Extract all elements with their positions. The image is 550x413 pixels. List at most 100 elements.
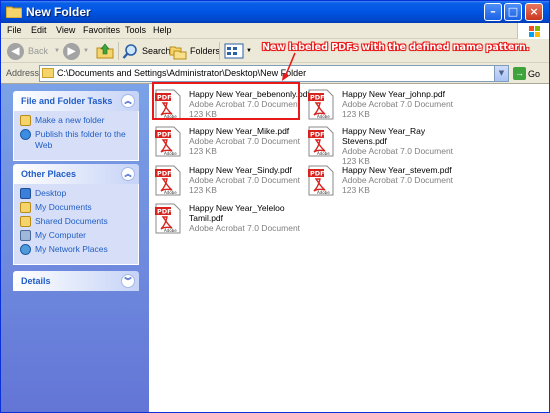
my-network-places-link[interactable]: My Network Places	[20, 244, 132, 255]
file-item[interactable]: PDF Adobe Happy New Year_Yeleloo Tamil.p…	[152, 201, 312, 235]
details-header[interactable]: Details ︾	[13, 271, 139, 291]
menu-view[interactable]: View	[56, 25, 75, 35]
place-link-label: My Documents	[35, 202, 92, 212]
file-folder-tasks-panel: File and Folder Tasks ︽ Make a new folde…	[13, 91, 139, 161]
back-button[interactable]: ◀ Back ▼	[7, 41, 60, 61]
task-link-label: Make a new folder	[35, 115, 105, 125]
place-link-label: Desktop	[35, 188, 67, 198]
address-dropdown-button[interactable]: ▼	[494, 66, 508, 81]
pdf-file-icon: PDF Adobe	[308, 165, 334, 196]
computer-icon	[20, 230, 31, 241]
collapse-chevron-icon[interactable]: ︽	[121, 94, 135, 108]
other-places-body: Desktop My Documents Shared Documents My…	[13, 184, 139, 265]
expand-chevron-icon[interactable]: ︾	[121, 274, 135, 288]
back-label: Back	[28, 46, 49, 56]
other-places-title: Other Places	[21, 169, 77, 179]
file-item[interactable]: PDF Adobe Happy New Year_stevem.pdf Adob…	[305, 163, 465, 197]
file-item[interactable]: PDF Adobe Happy New Year_Mike.pdf Adobe …	[152, 124, 312, 158]
chevron-down-icon: ▼	[83, 48, 89, 54]
folders-label: Folders	[190, 46, 221, 56]
close-button[interactable]: ×	[525, 3, 543, 21]
go-button[interactable]: → Go	[513, 67, 540, 80]
folders-icon	[169, 46, 187, 59]
file-item[interactable]: PDF Adobe Happy New Year_johnp.pdf Adobe…	[305, 87, 465, 121]
desktop-link[interactable]: Desktop	[20, 188, 132, 199]
go-label: Go	[528, 68, 541, 79]
toolbar-separator	[219, 42, 220, 60]
shared-documents-link[interactable]: Shared Documents	[20, 216, 132, 227]
folder-icon	[42, 68, 54, 78]
file-type: Adobe Acrobat 7.0 Document	[342, 99, 454, 109]
up-folder-icon	[96, 43, 114, 59]
file-name: Happy New Year_Ray	[342, 126, 426, 136]
menu-file[interactable]: File	[7, 25, 22, 35]
maximize-button[interactable]: □	[504, 3, 522, 21]
annotation-callout: New labeled PDFs with the defined name p…	[262, 42, 530, 53]
explorer-window: New Folder – □ × File Edit View Favorite…	[0, 0, 550, 413]
file-type: Adobe Acrobat 7.0 Document	[189, 175, 301, 185]
toolbar-separator	[118, 42, 119, 60]
pdf-file-icon: PDF Adobe	[155, 126, 181, 157]
file-size: 123 KB	[189, 146, 217, 156]
globe-icon	[20, 129, 31, 140]
file-type: Adobe Acrobat 7.0 Document	[342, 175, 454, 185]
adobe-label: Adobe	[317, 151, 330, 156]
publish-to-web-link[interactable]: Publish this folder to the Web	[20, 129, 132, 151]
chevron-down-icon: ▼	[246, 48, 252, 54]
adobe-label: Adobe	[164, 190, 177, 195]
menu-tools[interactable]: Tools	[125, 25, 146, 35]
adobe-label: Adobe	[164, 228, 177, 233]
title-bar[interactable]: New Folder – □ ×	[1, 1, 549, 23]
file-name: Happy New Year_johnp.pdf	[342, 89, 446, 99]
go-arrow-icon: →	[513, 67, 526, 80]
my-computer-link[interactable]: My Computer	[20, 230, 132, 241]
file-type: Adobe Acrobat 7.0 Document	[189, 136, 301, 146]
collapse-chevron-icon[interactable]: ︽	[121, 167, 135, 181]
file-folder-tasks-header[interactable]: File and Folder Tasks ︽	[13, 91, 139, 111]
menu-help[interactable]: Help	[153, 25, 172, 35]
menu-edit[interactable]: Edit	[31, 25, 47, 35]
folders-button[interactable]: Folders	[169, 41, 220, 61]
pdf-file-icon: PDF Adobe	[308, 89, 334, 120]
forward-button[interactable]: ▶ ▼	[63, 41, 89, 61]
pdf-badge-label: PDF	[157, 131, 172, 139]
up-folder-button[interactable]	[96, 41, 114, 61]
pdf-badge-label: PDF	[310, 131, 325, 139]
window-title: New Folder	[26, 5, 91, 19]
desktop-icon	[20, 188, 31, 199]
file-item[interactable]: PDF Adobe Happy New Year_Ray Stevens.pdf…	[305, 124, 465, 166]
other-places-header[interactable]: Other Places ︽	[13, 164, 139, 184]
adobe-label: Adobe	[317, 114, 330, 119]
pdf-badge-label: PDF	[157, 170, 172, 178]
make-new-folder-link[interactable]: Make a new folder	[20, 115, 132, 126]
file-item[interactable]: PDF Adobe Happy New Year_Sindy.pdf Adobe…	[152, 163, 312, 197]
address-value: C:\Documents and Settings\Administrator\…	[57, 68, 307, 78]
views-button[interactable]: ▼	[224, 41, 252, 61]
menu-favorites[interactable]: Favorites	[83, 25, 120, 35]
address-input[interactable]: C:\Documents and Settings\Administrator\…	[39, 65, 509, 82]
file-size: 123 KB	[189, 185, 217, 195]
shared-folder-icon	[20, 216, 31, 227]
place-link-label: My Computer	[35, 230, 87, 240]
task-link-label: Publish this folder to the Web	[35, 129, 126, 150]
windows-logo-icon	[517, 23, 549, 39]
file-name: Happy New Year_Sindy.pdf	[189, 165, 292, 175]
file-type: Adobe Acrobat 7.0 Document	[342, 146, 454, 156]
search-icon	[122, 43, 137, 59]
address-bar: Address C:\Documents and Settings\Admini…	[1, 63, 549, 84]
file-name: Happy New Year_Yeleloo	[189, 203, 285, 213]
views-icon	[224, 43, 244, 59]
search-button[interactable]: Search	[122, 41, 171, 61]
details-title: Details	[21, 276, 51, 286]
file-list-view: PDF Adobe Happy New Year_bebenonly.pdf A…	[149, 84, 549, 412]
my-documents-link[interactable]: My Documents	[20, 202, 132, 213]
pdf-file-icon: PDF Adobe	[155, 203, 181, 234]
place-link-label: My Network Places	[35, 244, 108, 254]
pdf-file-icon: PDF Adobe	[155, 165, 181, 196]
annotation-arrow-icon	[282, 52, 296, 81]
folder-icon	[6, 6, 22, 18]
new-folder-icon	[20, 115, 31, 126]
minimize-button[interactable]: –	[484, 3, 502, 21]
other-places-panel: Other Places ︽ Desktop My Documents Shar…	[13, 164, 139, 265]
chevron-down-icon: ▼	[54, 48, 60, 54]
